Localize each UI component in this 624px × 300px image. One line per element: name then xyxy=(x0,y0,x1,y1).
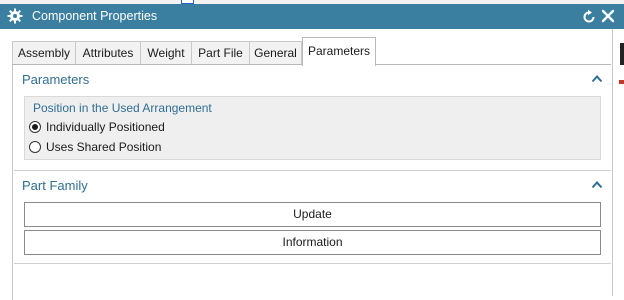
gear-icon xyxy=(7,8,23,24)
tab-general[interactable]: General xyxy=(249,41,302,64)
background-mark xyxy=(619,80,624,84)
reset-icon[interactable] xyxy=(581,9,597,25)
tab-weight[interactable]: Weight xyxy=(140,41,192,64)
parameters-group-header[interactable]: Parameters xyxy=(14,67,612,93)
individually-positioned-label: Individually Positioned xyxy=(46,120,165,134)
tab-parameters[interactable]: Parameters xyxy=(302,37,376,66)
part-family-group-header[interactable]: Part Family xyxy=(14,173,612,199)
tab-part-file[interactable]: Part File xyxy=(191,41,250,64)
tab-content-parameters: Parameters Position in the Used Arrangem… xyxy=(12,65,612,300)
background-mark xyxy=(620,43,624,65)
uses-shared-position-label: Uses Shared Position xyxy=(46,140,162,154)
dialog-border xyxy=(612,29,613,296)
tab-assembly[interactable]: Assembly xyxy=(12,41,76,64)
update-button[interactable]: Update xyxy=(24,202,601,227)
part-family-group-title: Part Family xyxy=(22,178,88,193)
position-in-arrangement-group: Position in the Used Arrangement Individ… xyxy=(24,96,601,160)
window-title: Component Properties xyxy=(32,9,158,23)
radio-button[interactable] xyxy=(29,141,41,153)
radio-button-selected[interactable] xyxy=(29,121,41,133)
radio-dot xyxy=(32,124,38,130)
chevron-up-icon[interactable] xyxy=(591,73,603,85)
information-button[interactable]: Information xyxy=(24,230,601,255)
group-separator xyxy=(14,263,612,264)
title-bar: Component Properties xyxy=(0,4,624,29)
tab-attributes[interactable]: Attributes xyxy=(75,41,141,64)
close-icon[interactable] xyxy=(600,8,616,24)
component-properties-dialog: Component Properties Assembly Attributes… xyxy=(0,4,624,300)
position-in-arrangement-title: Position in the Used Arrangement xyxy=(33,101,212,115)
right-edge-backdrop xyxy=(611,29,624,296)
parameters-group-title: Parameters xyxy=(22,72,90,87)
chevron-up-icon[interactable] xyxy=(591,179,603,191)
group-separator xyxy=(14,170,612,171)
